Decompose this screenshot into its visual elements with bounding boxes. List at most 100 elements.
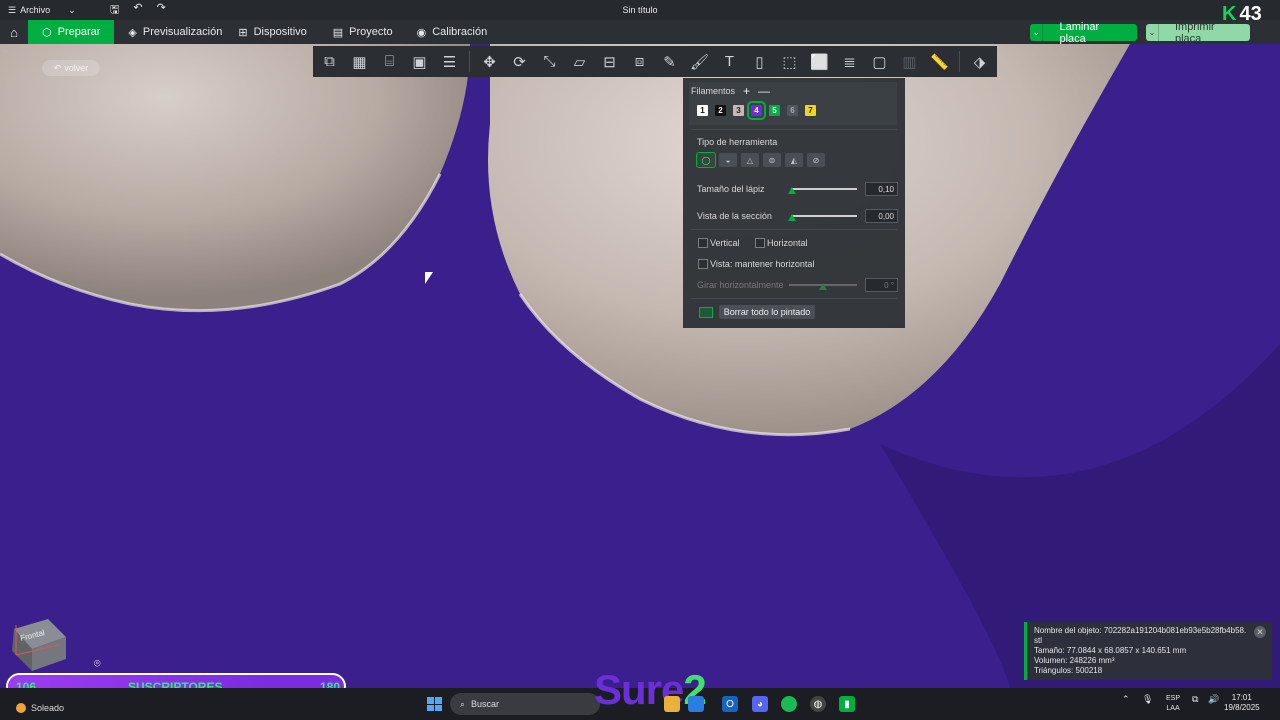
undo-arrow-icon: ↶ bbox=[53, 62, 62, 73]
volume-icon[interactable]: 🔊 bbox=[1208, 694, 1219, 705]
system-clock[interactable]: 17:01 19/8/2025 bbox=[1224, 693, 1260, 713]
network-icon[interactable]: ⧉ bbox=[1192, 694, 1198, 705]
assembly-icon[interactable]: ⬗ bbox=[967, 49, 992, 74]
filament-swatch[interactable]: 1 bbox=[697, 105, 708, 116]
pen-size-label: Tamaño del lápiz bbox=[697, 184, 765, 194]
camera-icon[interactable]: ⌾ bbox=[94, 658, 112, 674]
microphone-icon[interactable]: 🎙 bbox=[1142, 694, 1153, 705]
discord-icon[interactable]: ◕ bbox=[752, 696, 768, 712]
fill-icon[interactable]: ◭ bbox=[785, 153, 803, 167]
cut-icon[interactable]: ⊟ bbox=[597, 49, 622, 74]
language-indicator[interactable]: ESP LAA bbox=[1166, 694, 1180, 714]
vertical-label: Vertical bbox=[710, 238, 740, 248]
chevron-down-icon[interactable]: ⌄ bbox=[1146, 24, 1159, 41]
support-paint-icon[interactable]: ✎ bbox=[657, 49, 682, 74]
cube-icon: ⬡ bbox=[42, 26, 52, 39]
pen-size-slider-thumb[interactable] bbox=[788, 187, 796, 194]
spotify-icon[interactable] bbox=[781, 696, 797, 712]
sidebar-toggle[interactable]: ‹› bbox=[2, 46, 7, 55]
toolbar-divider bbox=[469, 51, 470, 72]
keep-horizontal-label: Vista: mantener horizontal bbox=[710, 259, 815, 269]
chevron-down-icon[interactable]: ⌄ bbox=[1030, 24, 1044, 41]
mouse-cursor-icon bbox=[425, 272, 433, 284]
tray-chevron-icon[interactable]: ⌃ bbox=[1122, 694, 1130, 705]
outlook-icon[interactable]: O bbox=[722, 696, 738, 712]
slice-layers-icon[interactable]: ≣ bbox=[837, 49, 862, 74]
filament-swatch[interactable]: 5 bbox=[769, 105, 780, 116]
app-icon[interactable]: ◍ bbox=[810, 696, 826, 712]
back-button[interactable]: ↶ volver bbox=[42, 60, 100, 76]
ruler-icon[interactable]: 📏 bbox=[927, 49, 952, 74]
vertical-checkbox[interactable] bbox=[698, 238, 708, 248]
circle-brush-icon[interactable]: ◯ bbox=[696, 152, 716, 168]
filament-swatch[interactable]: 2 bbox=[715, 105, 726, 116]
redo-icon[interactable]: ↷ bbox=[157, 1, 166, 20]
taskbar-search[interactable]: ⌕ Buscar bbox=[450, 693, 600, 715]
rotate-horizontal-label: Girar horizontalmente bbox=[697, 280, 784, 290]
undo-icon[interactable]: ↶ bbox=[133, 1, 142, 20]
pen-size-slider[interactable] bbox=[791, 188, 857, 190]
object-info-panel: ✕ Nombre del objeto: 702282a191204b081eb… bbox=[1024, 622, 1272, 680]
chevron-down-icon: ⌄ bbox=[68, 4, 76, 15]
color-paint-panel: Filamentos + — 1 2 3 4 5 6 7 Tipo de her… bbox=[683, 78, 905, 328]
bambu-studio-icon[interactable]: ▮ bbox=[839, 696, 855, 712]
grid-icon[interactable]: ▦ bbox=[347, 49, 372, 74]
home-button[interactable]: ⌂ bbox=[0, 20, 28, 44]
print-plate-button[interactable]: ⌄ Imprimir placa bbox=[1146, 21, 1250, 45]
rotate-icon[interactable]: ⟳ bbox=[507, 49, 532, 74]
measure-box-icon[interactable]: ▯ bbox=[747, 49, 772, 74]
filament-swatch[interactable]: 6 bbox=[787, 105, 798, 116]
arrange-icon[interactable]: ▣ bbox=[407, 49, 432, 74]
triangle-brush-icon[interactable]: △ bbox=[741, 153, 759, 167]
tool-type-label: Tipo de herramienta bbox=[697, 137, 778, 147]
windows-start-icon[interactable] bbox=[427, 697, 442, 711]
layers-list-icon[interactable]: ☰ bbox=[437, 49, 462, 74]
tab-calibration[interactable]: ◉ Calibración bbox=[407, 20, 502, 44]
weather-widget[interactable]: Soleado bbox=[16, 703, 64, 713]
filament-swatch-selected[interactable]: 4 bbox=[747, 101, 766, 120]
tab-device[interactable]: ⊞ Dispositivo bbox=[236, 20, 320, 44]
sphere-brush-icon[interactable]: ◒ bbox=[719, 153, 737, 167]
filament-swatch[interactable]: 3 bbox=[733, 105, 744, 116]
folder-icon[interactable] bbox=[664, 696, 680, 712]
tool-type-row: ◯ ◒ △ ⊜ ◭ ⊘ bbox=[696, 152, 825, 168]
tab-project[interactable]: ▤ Proyecto bbox=[321, 20, 407, 44]
lay-on-face-icon[interactable]: ⏥ bbox=[567, 49, 592, 74]
window-title: Sin título bbox=[622, 5, 658, 15]
text-icon[interactable]: T bbox=[717, 49, 742, 74]
height-range-icon[interactable]: ⊜ bbox=[763, 153, 781, 167]
view-cube[interactable]: Frontal bbox=[8, 615, 70, 673]
keep-horizontal-checkbox[interactable] bbox=[698, 259, 708, 269]
add-filament-button[interactable]: + bbox=[743, 84, 750, 98]
section-view-label: Vista de la sección bbox=[697, 211, 772, 221]
cube-outline-icon[interactable]: ⬚ bbox=[777, 49, 802, 74]
home-icon: ⌂ bbox=[10, 24, 18, 40]
tab-prepare[interactable]: ⬡ Preparar bbox=[28, 20, 115, 44]
slice-plate-button[interactable]: ⌄ Laminar placa bbox=[1030, 21, 1137, 45]
bounding-box-icon[interactable]: ⬜ bbox=[807, 49, 832, 74]
section-view-slider[interactable] bbox=[791, 215, 857, 217]
layers-icon: ◈ bbox=[128, 26, 137, 39]
section-view-slider-thumb[interactable] bbox=[788, 214, 796, 221]
move-icon[interactable]: ✥ bbox=[477, 49, 502, 74]
hollow-icon[interactable]: ▢ bbox=[867, 49, 892, 74]
section-view-value[interactable]: 0,00 bbox=[865, 209, 898, 223]
add-object-icon[interactable]: ⧉ bbox=[317, 49, 342, 74]
browser-icon[interactable] bbox=[688, 696, 704, 712]
boolean-icon[interactable]: ⧈ bbox=[627, 49, 652, 74]
horizontal-checkbox[interactable] bbox=[755, 238, 765, 248]
plate-icon[interactable]: ⌸ bbox=[377, 49, 402, 74]
scale-icon[interactable]: ⤡ bbox=[537, 49, 562, 74]
color-paint-icon[interactable]: 🖌 bbox=[687, 49, 712, 74]
pen-size-value[interactable]: 0,10 bbox=[865, 182, 898, 196]
tab-preview[interactable]: ◈ Previsualización bbox=[114, 20, 236, 44]
save-icon[interactable]: 🖫 bbox=[110, 1, 119, 20]
file-menu[interactable]: ☰ Archivo ⌄ bbox=[0, 5, 98, 16]
3d-viewport[interactable] bbox=[0, 44, 1280, 688]
remove-filament-button[interactable]: — bbox=[758, 84, 770, 98]
clear-all-painting-button[interactable]: Borrar todo lo pintado bbox=[719, 305, 815, 319]
close-icon[interactable]: ✕ bbox=[1254, 626, 1266, 638]
gap-fill-icon[interactable]: ⊘ bbox=[807, 153, 825, 167]
object-size: Tamaño: 77.0844 x 68.0857 x 140.651 mm bbox=[1034, 646, 1187, 655]
filament-swatch[interactable]: 7 bbox=[805, 105, 816, 116]
